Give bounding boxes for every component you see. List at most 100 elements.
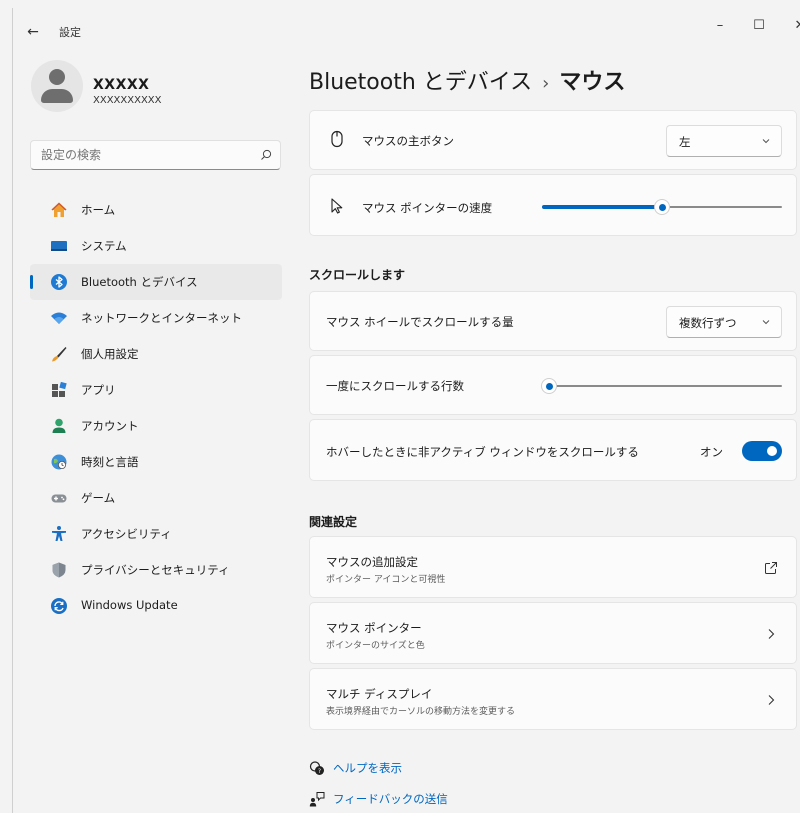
gamepad-icon	[51, 494, 67, 503]
svg-text:?: ?	[318, 768, 321, 775]
windows-update-icon	[51, 598, 67, 614]
search-input[interactable]	[41, 148, 241, 162]
get-help-link[interactable]: ? ヘルプを表示	[309, 760, 509, 778]
sidebar-item-label: アプリ	[81, 383, 116, 397]
toggle-state-label: オン	[700, 445, 723, 459]
account-icon	[52, 418, 66, 433]
profile-account: XXXXXXXXXX	[93, 95, 162, 106]
sidebar-item-label: Bluetooth とデバイス	[81, 275, 198, 289]
help-icon: ?	[309, 761, 324, 775]
scroll-lines-setting: 一度にスクロールする行数	[309, 355, 797, 415]
inactive-scroll-setting: ホバーしたときに非アクティブ ウィンドウをスクロールする オン	[309, 419, 797, 481]
settings-window: ← 設定 – ☐ ✕ XXXXX XXXXXXXXXX ホーム	[12, 8, 800, 813]
slider-thumb[interactable]	[654, 199, 670, 215]
dropdown-value: 複数行ずつ	[679, 316, 737, 330]
wheel-scroll-amount-dropdown[interactable]: 複数行ずつ	[666, 306, 782, 338]
sidebar-item-label: ネットワークとインターネット	[81, 311, 242, 325]
sidebar-item-apps[interactable]: アプリ	[30, 372, 282, 408]
breadcrumb-separator: ›	[542, 73, 550, 94]
sidebar-item-privacy[interactable]: プライバシーとセキュリティ	[30, 552, 282, 588]
related-item-title: マウスの追加設定	[326, 555, 418, 569]
scroll-lines-slider[interactable]	[541, 378, 782, 394]
inactive-scroll-label: ホバーしたときに非アクティブ ウィンドウをスクロールする	[326, 445, 639, 459]
feedback-label: フィードバックの送信	[333, 792, 448, 806]
profile-name: XXXXX	[93, 77, 150, 93]
sidebar-item-label: 個人用設定	[81, 347, 139, 361]
maximize-button[interactable]: ☐	[742, 14, 776, 38]
sidebar-item-network[interactable]: ネットワークとインターネット	[30, 300, 282, 336]
external-link-icon	[765, 562, 777, 574]
sidebar-item-label: ゲーム	[81, 491, 116, 505]
inactive-scroll-toggle[interactable]	[742, 441, 782, 461]
pointer-speed-slider[interactable]	[542, 199, 782, 215]
toggle-knob	[767, 446, 777, 456]
sidebar-item-time-language[interactable]: 時刻と言語	[30, 444, 282, 480]
chevron-down-icon	[762, 139, 770, 144]
primary-button-label: マウスの主ボタン	[362, 134, 454, 148]
sidebar-item-label: システム	[81, 239, 127, 253]
pointer-speed-setting: マウス ポインターの速度	[309, 174, 797, 236]
search-box[interactable]	[30, 140, 281, 170]
primary-button-setting: マウスの主ボタン 左	[309, 110, 797, 170]
sidebar-item-label: ホーム	[81, 203, 116, 217]
minimize-button[interactable]: –	[703, 14, 737, 38]
related-item-subtitle: 表示境界経由でカーソルの移動方法を変更する	[326, 707, 516, 717]
sidebar-item-system[interactable]: システム	[30, 228, 282, 264]
related-item-subtitle: ポインターのサイズと色	[326, 641, 425, 651]
pointer-speed-label: マウス ポインターの速度	[362, 201, 493, 215]
primary-button-dropdown[interactable]: 左	[666, 125, 782, 157]
globe-clock-icon	[51, 454, 67, 470]
wheel-scroll-amount-setting: マウス ホイールでスクロールする量 複数行ずつ	[309, 291, 797, 351]
accessibility-icon	[52, 526, 66, 541]
wheel-scroll-amount-label: マウス ホイールでスクロールする量	[326, 315, 514, 329]
sidebar-item-label: アクセシビリティ	[81, 527, 172, 541]
sidebar-item-bluetooth[interactable]: Bluetooth とデバイス	[30, 264, 282, 300]
shield-icon	[52, 562, 66, 578]
sidebar-item-label: Windows Update	[81, 598, 178, 612]
home-icon	[51, 202, 67, 217]
dropdown-value: 左	[679, 135, 691, 149]
scroll-lines-label: 一度にスクロールする行数	[326, 379, 464, 393]
scroll-section-title: スクロールします	[309, 268, 406, 282]
multi-display-link[interactable]: マルチ ディスプレイ 表示境界経由でカーソルの移動方法を変更する	[309, 668, 797, 730]
sidebar-item-personalization[interactable]: 個人用設定	[30, 336, 282, 372]
sidebar-item-gaming[interactable]: ゲーム	[30, 480, 282, 516]
related-item-title: マウス ポインター	[326, 621, 422, 635]
back-button[interactable]: ←	[23, 22, 43, 42]
related-item-subtitle: ポインター アイコンと可視性	[326, 575, 446, 585]
sidebar-item-accessibility[interactable]: アクセシビリティ	[30, 516, 282, 552]
send-feedback-link[interactable]: フィードバックの送信	[309, 791, 509, 809]
sidebar-item-accounts[interactable]: アカウント	[30, 408, 282, 444]
mouse-icon	[331, 130, 343, 148]
bluetooth-icon	[51, 274, 67, 290]
sidebar-item-home[interactable]: ホーム	[30, 192, 282, 228]
additional-mouse-settings-link[interactable]: マウスの追加設定 ポインター アイコンと可視性	[309, 536, 797, 598]
slider-thumb[interactable]	[541, 378, 558, 394]
sidebar-nav: ホーム システム Bluetooth とデバイス ネットワークとインターネット	[30, 192, 282, 624]
slider-fill	[542, 205, 662, 209]
chevron-right-icon	[768, 695, 775, 705]
sidebar-item-label: アカウント	[81, 419, 139, 433]
sidebar-item-label: プライバシーとセキュリティ	[81, 563, 230, 577]
user-profile[interactable]: XXXXX XXXXXXXXXX	[31, 60, 281, 116]
cursor-icon	[331, 198, 343, 214]
apps-icon	[52, 381, 67, 397]
breadcrumb: Bluetooth とデバイス › マウス	[309, 64, 625, 96]
title-bar: ← 設定 – ☐ ✕	[13, 8, 800, 48]
brush-icon	[52, 347, 67, 362]
chevron-right-icon	[768, 629, 775, 639]
chevron-down-icon	[762, 320, 770, 325]
system-icon	[51, 241, 67, 251]
app-title: 設定	[59, 26, 81, 39]
breadcrumb-parent[interactable]: Bluetooth とデバイス	[309, 70, 532, 95]
wifi-icon	[51, 312, 67, 324]
help-label: ヘルプを表示	[333, 761, 402, 775]
related-section-title: 関連設定	[309, 515, 358, 529]
page-title: マウス	[559, 70, 626, 95]
search-icon	[261, 149, 272, 160]
feedback-icon	[309, 792, 325, 807]
close-button[interactable]: ✕	[783, 14, 800, 38]
sidebar-item-windows-update[interactable]: Windows Update	[30, 588, 282, 624]
mouse-pointer-link[interactable]: マウス ポインター ポインターのサイズと色	[309, 602, 797, 664]
avatar	[31, 60, 83, 112]
